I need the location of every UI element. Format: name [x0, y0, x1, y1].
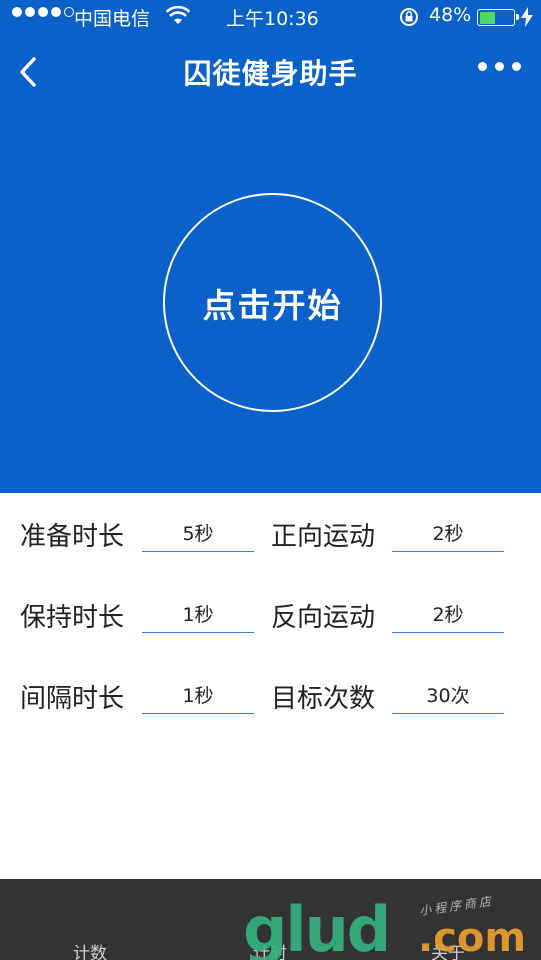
forward-motion-label: 正向运动	[271, 522, 376, 552]
battery-icon	[477, 9, 519, 26]
wifi-icon	[165, 5, 191, 31]
reverse-motion-input[interactable]: 2秒	[392, 597, 504, 633]
more-dot-icon	[512, 62, 521, 71]
start-button[interactable]: 点击开始	[163, 193, 382, 412]
more-options-button[interactable]	[478, 62, 521, 71]
forward-motion-input[interactable]: 2秒	[392, 516, 504, 552]
clock: 上午10:36	[226, 8, 319, 30]
interval-duration-label: 间隔时长	[20, 684, 125, 714]
orientation-lock-icon	[398, 6, 420, 33]
prepare-duration-label: 准备时长	[20, 522, 125, 552]
hold-duration-input[interactable]: 1秒	[142, 597, 254, 633]
tab-bar: 计数 计时 关于	[0, 879, 541, 960]
page-title: 囚徒健身助手	[183, 57, 358, 90]
target-count-input[interactable]: 30次	[392, 678, 504, 714]
navigation-bar: 囚徒健身助手	[0, 40, 541, 104]
reverse-motion-label: 反向运动	[271, 603, 376, 633]
target-count-label: 目标次数	[271, 684, 376, 714]
status-bar: 中国电信 上午10:36 48%	[0, 0, 541, 34]
signal-strength-icon	[12, 7, 74, 17]
start-button-label: 点击开始	[202, 285, 343, 325]
tab-about[interactable]: 关于	[398, 939, 498, 960]
interval-duration-input[interactable]: 1秒	[142, 678, 254, 714]
hero-panel: 中国电信 上午10:36 48% 囚徒健身助手 点击开始	[0, 0, 541, 493]
tab-timer[interactable]: 计时	[220, 939, 320, 960]
more-dot-icon	[495, 62, 504, 71]
more-dot-icon	[478, 62, 487, 71]
charging-bolt-icon	[521, 7, 533, 32]
carrier-name: 中国电信	[74, 8, 151, 30]
tab-count[interactable]: 计数	[40, 939, 140, 960]
battery-percentage: 48%	[429, 4, 472, 26]
prepare-duration-input[interactable]: 5秒	[142, 516, 254, 552]
battery-fill	[479, 11, 496, 24]
hold-duration-label: 保持时长	[20, 603, 125, 633]
